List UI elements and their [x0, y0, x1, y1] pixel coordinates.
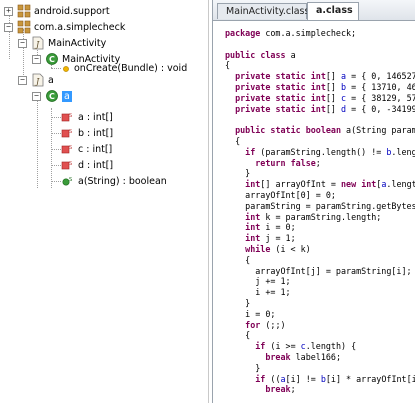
- expand-toggle-icon[interactable]: +: [4, 6, 13, 16]
- class-icon: C: [45, 89, 59, 103]
- svg-text:S: S: [69, 161, 72, 167]
- code-line: private static int[] d = { 0, -3419945: [235, 103, 415, 114]
- tree-connector: [37, 96, 38, 188]
- code-line: package com.a.simplecheck;: [225, 28, 357, 38]
- tree-item-label: android.support: [34, 5, 110, 17]
- svg-text:S: S: [69, 177, 72, 183]
- tree-item-label: c : int[]: [78, 143, 113, 155]
- code-editor: MainActivity.class a.class package com.a…: [212, 0, 415, 403]
- tree-item-label: a(String) : boolean: [78, 175, 167, 187]
- tree-connector: [51, 149, 61, 150]
- tree-connector: [51, 108, 52, 188]
- tree-item-android-support[interactable]: + android.support: [4, 3, 110, 19]
- svg-text:C: C: [49, 55, 55, 64]
- collapse-toggle-icon[interactable]: −: [18, 75, 27, 85]
- tree-connector: [51, 117, 61, 118]
- package-tree: + android.support − com.a.simplecheck −: [0, 0, 209, 403]
- svg-text:S: S: [69, 145, 72, 151]
- tab-label: MainActivity.class: [226, 6, 310, 17]
- static-field-icon: S: [61, 158, 75, 172]
- tree-item-label-selected: a: [62, 90, 72, 102]
- tree-item-label: com.a.simplecheck: [34, 21, 126, 33]
- tab-a-class[interactable]: a.class: [307, 2, 359, 20]
- editor-tab-bar: MainActivity.class a.class: [213, 0, 415, 21]
- svg-text:C: C: [49, 92, 55, 101]
- code-line: break;: [265, 384, 296, 395]
- tab-mainactivity-class[interactable]: MainActivity.class: [217, 3, 310, 19]
- static-field-icon: S: [61, 142, 75, 156]
- tree-item-com-a-simplecheck[interactable]: − com.a.simplecheck: [4, 19, 125, 35]
- tree-item-mainactivity-file[interactable]: − J MainActivity: [18, 35, 106, 51]
- collapse-toggle-icon[interactable]: −: [4, 22, 13, 32]
- collapse-toggle-icon[interactable]: −: [18, 38, 27, 48]
- class-file-icon: J: [31, 73, 45, 87]
- package-icon: [17, 20, 31, 34]
- code-line: public class a: [225, 49, 296, 60]
- tab-label: a.class: [316, 5, 353, 16]
- tree-connector: [51, 68, 61, 69]
- collapse-toggle-icon[interactable]: −: [32, 91, 41, 101]
- tree-item-field-d[interactable]: S d : int[]: [61, 157, 113, 173]
- code-area[interactable]: package com.a.simplecheck; public class a…: [213, 21, 415, 403]
- static-field-icon: S: [61, 110, 75, 124]
- tree-item-label: a : int[]: [78, 111, 113, 123]
- class-file-icon: J: [31, 36, 45, 50]
- static-method-icon: S: [61, 174, 75, 188]
- editor-gutter: [213, 21, 219, 403]
- tree-item-field-b[interactable]: S b : int[]: [61, 125, 113, 141]
- package-icon: [17, 4, 31, 18]
- tree-item-label: b : int[]: [78, 127, 114, 139]
- tree-item-label: a: [48, 74, 54, 86]
- tree-item-oncreate-method[interactable]: onCreate(Bundle) : void: [61, 60, 187, 76]
- tree-item-label: d : int[]: [78, 159, 114, 171]
- tree-connector: [51, 133, 61, 134]
- svg-text:S: S: [69, 113, 72, 119]
- svg-text:S: S: [69, 129, 72, 135]
- tree-item-label: MainActivity: [48, 37, 107, 49]
- tree-connector: [51, 181, 61, 182]
- tree-item-a-class[interactable]: − C a: [32, 88, 72, 104]
- tree-item-field-a[interactable]: S a : int[]: [61, 109, 113, 125]
- tree-item-label: onCreate(Bundle) : void: [74, 62, 188, 74]
- tree-item-field-c[interactable]: S c : int[]: [61, 141, 112, 157]
- collapse-toggle-icon[interactable]: −: [32, 54, 41, 64]
- class-icon: C: [45, 52, 59, 66]
- method-icon: [61, 61, 71, 75]
- tree-item-method-a[interactable]: S a(String) : boolean: [61, 173, 167, 189]
- static-field-icon: S: [61, 126, 75, 140]
- code-line: public static boolean a(String paramSt: [235, 125, 415, 136]
- tree-connector: [51, 165, 61, 166]
- tree-item-a-file[interactable]: − J a: [18, 72, 54, 88]
